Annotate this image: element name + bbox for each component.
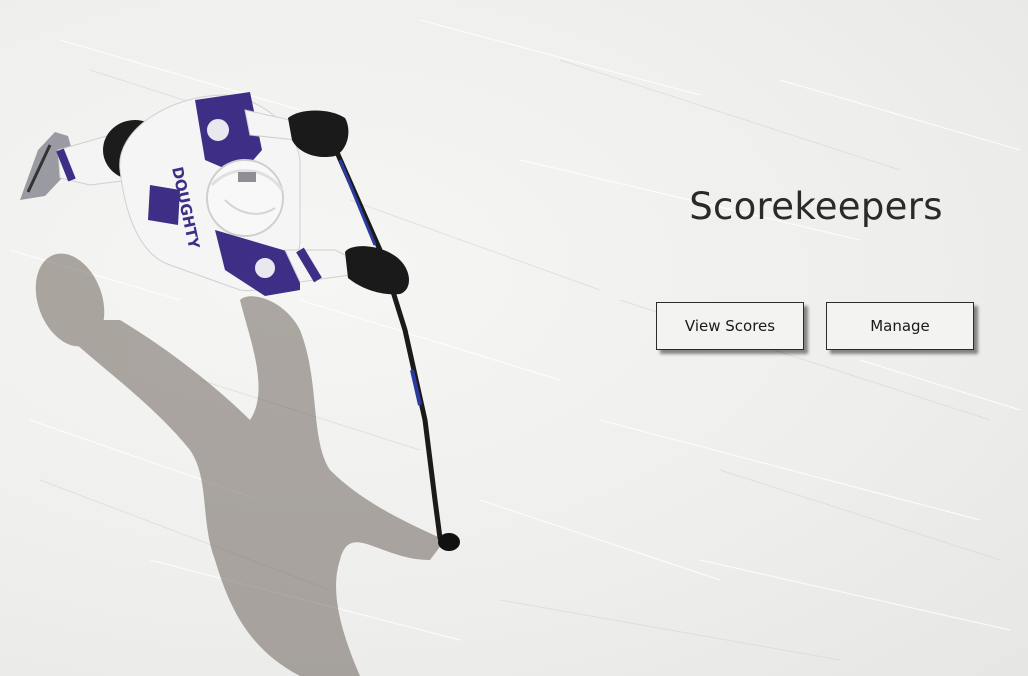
manage-button[interactable]: Manage xyxy=(826,302,974,350)
view-scores-button[interactable]: View Scores xyxy=(656,302,804,350)
landing-page: DOUGHTY Scorekeepers View Scores Manage xyxy=(0,0,1028,676)
page-title: Scorekeepers xyxy=(689,185,943,228)
